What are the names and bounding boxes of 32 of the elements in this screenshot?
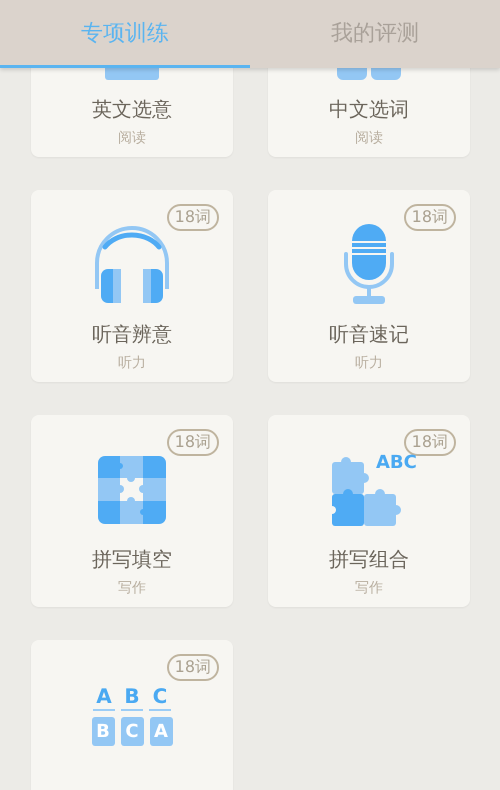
- exercise-card[interactable]: 18词 听音辨意 听力: [31, 190, 233, 382]
- card-title: 中文选词: [329, 96, 409, 123]
- card-title: 拼写组合: [329, 546, 409, 573]
- word-count-badge: 18词: [404, 204, 456, 231]
- card-category: 写作: [355, 579, 383, 597]
- card-category: 阅读: [118, 129, 146, 147]
- letter-tile: B: [92, 717, 114, 746]
- card-title: 听音辨意: [92, 321, 172, 348]
- microphone-icon: [344, 224, 394, 306]
- card-title: 英文选意: [92, 96, 172, 123]
- exercise-card[interactable]: 中文选词 阅读: [268, 68, 470, 157]
- headphones-icon: [93, 225, 171, 305]
- letter-label: B: [121, 684, 143, 711]
- card-title: 拼写填空: [92, 546, 172, 573]
- word-count-badge: 18词: [404, 429, 456, 456]
- exercise-card[interactable]: 18词 ABC 拼写组合 写作: [268, 415, 470, 607]
- exercise-card[interactable]: 18词 听音速记 听力: [268, 190, 470, 382]
- card-category: 阅读: [355, 129, 383, 147]
- puzzle-icon: [98, 456, 166, 524]
- letter-label: C: [149, 684, 171, 711]
- letter-tile: A: [150, 717, 172, 746]
- exercise-card[interactable]: 英文选意 阅读: [31, 68, 233, 157]
- word-count-badge: 18词: [166, 654, 219, 681]
- card-category: 听力: [118, 354, 146, 372]
- word-count-badge: 18词: [166, 429, 219, 456]
- letter-tile: C: [120, 717, 144, 746]
- card-title: 听音速记: [329, 321, 409, 348]
- letter-label: A: [93, 684, 115, 711]
- exercise-card[interactable]: 18词 拼写填空 写作: [31, 415, 233, 607]
- word-count-badge: 18词: [166, 204, 219, 231]
- card-category: 写作: [118, 579, 146, 597]
- card-category: 听力: [355, 354, 383, 372]
